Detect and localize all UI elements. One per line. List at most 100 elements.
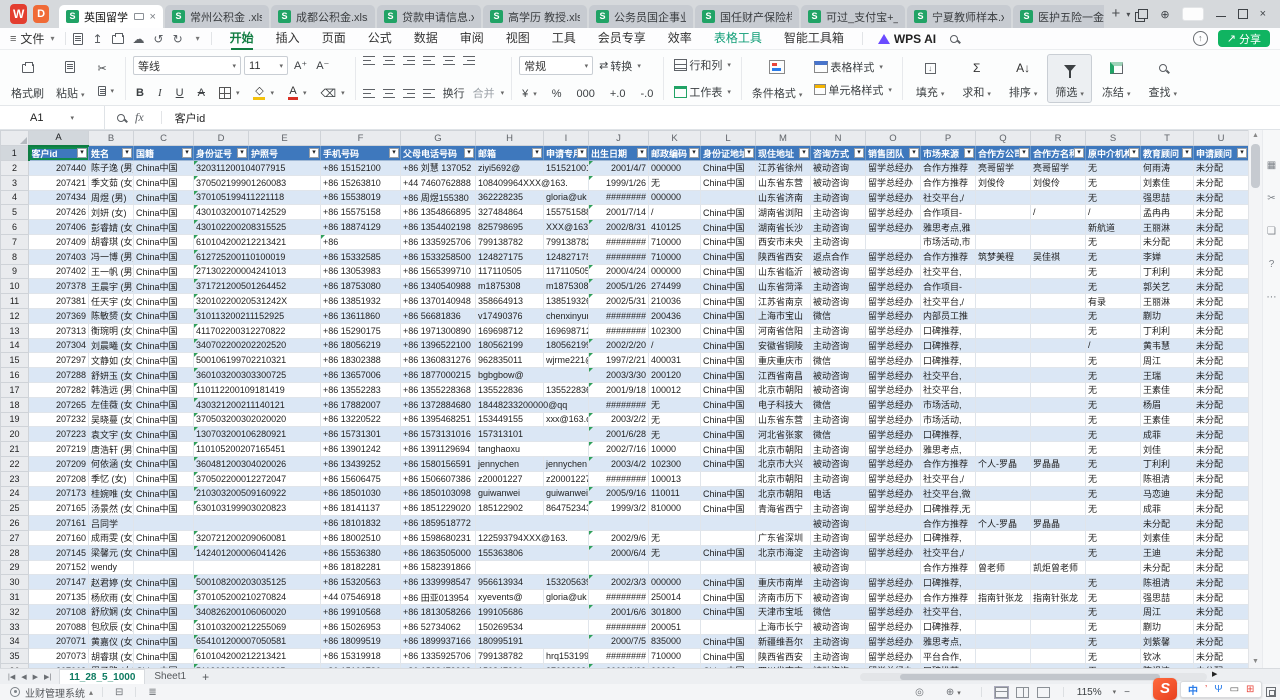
cell[interactable]: 未分配 — [1194, 575, 1249, 590]
cell[interactable]: 无 — [1086, 353, 1141, 368]
cell[interactable]: 内部员工推 — [921, 308, 976, 323]
cell[interactable]: 主动咨询 — [811, 530, 866, 545]
cell[interactable]: China中国 — [701, 575, 756, 590]
cell[interactable]: 未分配 — [1194, 634, 1249, 649]
cell[interactable]: 207369 — [29, 308, 89, 323]
cell[interactable]: 未分配 — [1194, 190, 1249, 205]
cell[interactable] — [1086, 560, 1141, 575]
cell[interactable]: 社交平台,微 — [921, 486, 976, 501]
cell[interactable] — [649, 560, 701, 575]
cell[interactable]: +86 1598680231 — [401, 530, 476, 545]
filter-dropdown-icon[interactable]: ▾ — [389, 148, 399, 158]
cell[interactable]: 370105200210270824 — [194, 590, 321, 605]
cell[interactable]: +86 15319918 — [321, 649, 401, 664]
cell[interactable]: 亮哥留学 — [976, 161, 1031, 176]
cell[interactable] — [1031, 368, 1086, 383]
cell[interactable]: +86 13657006 — [321, 368, 401, 383]
cell[interactable]: 社交平台,/ — [921, 545, 976, 560]
cell[interactable]: 无 — [1086, 442, 1141, 457]
increase-font-button[interactable]: A⁺ — [291, 58, 310, 73]
column-header-N[interactable]: N — [811, 131, 866, 146]
cell[interactable]: China中国 — [701, 368, 756, 383]
cell[interactable]: 留学总经办 — [866, 323, 921, 338]
cell[interactable]: 凯炬曾老师 — [1031, 560, 1086, 575]
cell[interactable] — [589, 516, 649, 531]
cell[interactable]: China中国 — [134, 190, 194, 205]
cell[interactable]: 被动咨询 — [811, 590, 866, 605]
cell[interactable]: wjrme221@ — [544, 353, 589, 368]
align-left-icon[interactable] — [363, 89, 375, 98]
cell[interactable]: 电话 — [811, 486, 866, 501]
cell[interactable]: 口碑推荐, — [921, 353, 976, 368]
cell[interactable]: 王丽淋 — [1141, 220, 1194, 235]
cell[interactable]: China中国 — [134, 486, 194, 501]
cell[interactable] — [976, 190, 1031, 205]
cell[interactable]: 北京市海淀 — [756, 545, 811, 560]
menu-item[interactable]: 会员专享 — [587, 28, 657, 50]
cell[interactable]: 北京市朝阳 — [756, 442, 811, 457]
cell[interactable]: +86 13220522 — [321, 412, 401, 427]
cell[interactable]: 无 — [1086, 545, 1141, 560]
column-header-E[interactable]: E — [249, 131, 321, 146]
cell[interactable]: China中国 — [701, 634, 756, 649]
cell[interactable]: China中国 — [134, 338, 194, 353]
cell[interactable]: 32010220020531242X — [194, 294, 321, 309]
pane-icon[interactable]: ▦ — [1267, 160, 1276, 171]
cell[interactable]: +86 1370140948 — [401, 294, 476, 309]
cell[interactable]: z20001227 — [544, 471, 589, 486]
cell[interactable]: / — [649, 205, 701, 220]
cell[interactable]: xxx@163.c — [544, 412, 589, 427]
cell[interactable]: 刘素佳 — [1141, 175, 1194, 190]
cell[interactable]: ######## — [589, 619, 649, 634]
cell[interactable]: 河南省信阳 — [756, 323, 811, 338]
cell[interactable]: China中国 — [701, 161, 756, 176]
cell[interactable]: 430102200208315525 — [194, 220, 321, 235]
cell[interactable]: 130703200106280921 — [194, 427, 321, 442]
cell[interactable] — [1031, 619, 1086, 634]
cell[interactable]: 962835011 — [476, 353, 544, 368]
fill-button[interactable]: ↓填充▾ — [908, 54, 953, 103]
cell[interactable]: 207403 — [29, 249, 89, 264]
cell[interactable]: 被动咨询 — [811, 516, 866, 531]
cell[interactable]: 未分配 — [1194, 442, 1249, 457]
cell[interactable]: 主动咨询 — [811, 471, 866, 486]
cell[interactable]: 合作方推荐 — [921, 456, 976, 471]
cell[interactable]: China中国 — [701, 205, 756, 220]
cell[interactable]: China中国 — [134, 590, 194, 605]
selection-mode-icon[interactable]: ⊟ — [115, 687, 123, 698]
cell[interactable]: 留学总经办 — [866, 575, 921, 590]
cell[interactable]: 169698712 — [476, 323, 544, 338]
cell[interactable]: 135522836 — [544, 382, 589, 397]
cell[interactable]: 500108200203035125 — [194, 575, 321, 590]
close-tab-icon[interactable]: × — [148, 11, 156, 23]
cell[interactable]: 157313101 — [476, 427, 589, 442]
row-number[interactable]: 18 — [1, 397, 29, 412]
cell[interactable]: 956613934 — [476, 575, 544, 590]
cell[interactable]: 王迪 — [1141, 545, 1194, 560]
cell[interactable]: China中国 — [134, 530, 194, 545]
cell[interactable]: 799138782 — [476, 649, 544, 664]
cell[interactable]: 110112200109181419 — [194, 382, 321, 397]
cell[interactable]: 广东省深圳 — [756, 530, 811, 545]
cell[interactable]: 207219 — [29, 442, 89, 457]
cell[interactable]: 主动咨询 — [811, 338, 866, 353]
format-painter-button[interactable]: 格式刷 — [6, 54, 49, 103]
page-layout-view-icon[interactable] — [1016, 687, 1029, 698]
cell[interactable]: 陕西省西安 — [756, 649, 811, 664]
cell[interactable]: 207381 — [29, 294, 89, 309]
filter-dropdown-icon[interactable]: ▾ — [1237, 148, 1247, 158]
cell[interactable]: 主动咨询 — [811, 501, 866, 516]
clear-format-button[interactable]: ⌫▾ — [318, 86, 348, 101]
cell[interactable]: 未分配 — [1194, 175, 1249, 190]
cell[interactable]: 411702200312270822 — [194, 323, 321, 338]
cell[interactable]: +86 17882007 — [321, 397, 401, 412]
cell[interactable]: 留学总经办 — [866, 604, 921, 619]
cell[interactable]: 未分配 — [1194, 397, 1249, 412]
cell[interactable]: 无 — [649, 175, 701, 190]
cell[interactable]: 个人-罗晶 — [976, 456, 1031, 471]
cell[interactable]: 110011 — [649, 486, 701, 501]
cell[interactable]: China中国 — [701, 234, 756, 249]
cell[interactable]: 成菲 — [1141, 427, 1194, 442]
cell[interactable]: 主动咨询 — [811, 545, 866, 560]
cell[interactable]: +86 15606475 — [321, 471, 401, 486]
